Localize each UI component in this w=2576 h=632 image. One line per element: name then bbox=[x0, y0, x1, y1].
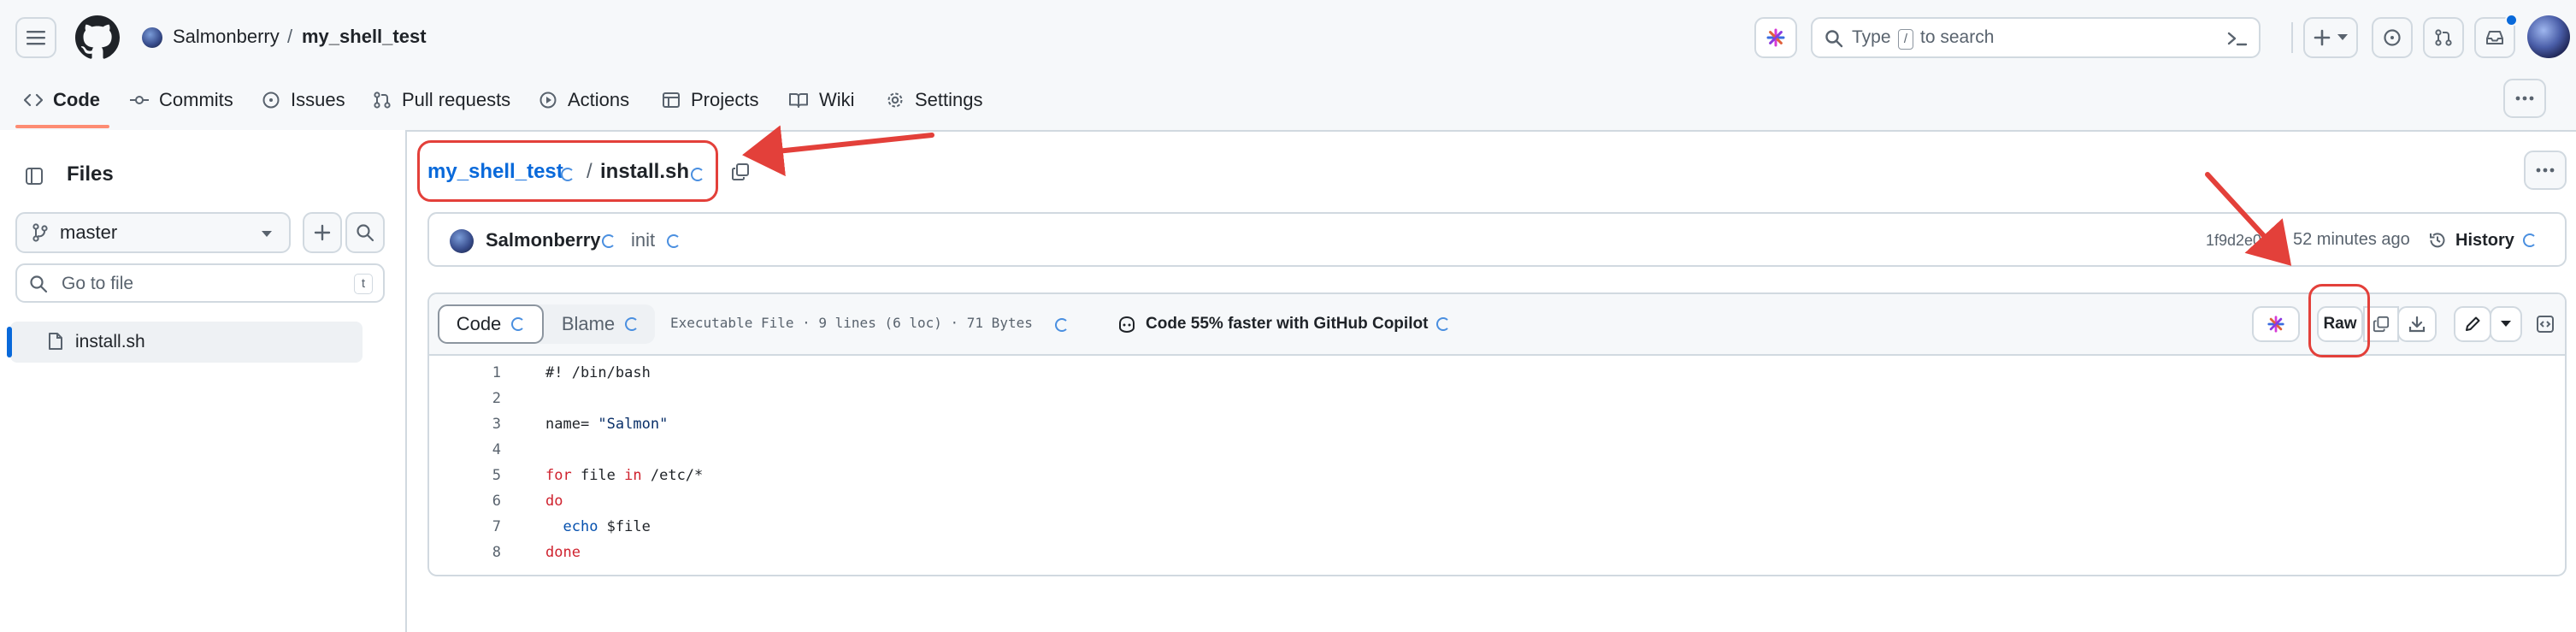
annotation-arrows bbox=[742, 125, 2292, 266]
annotation-arrow bbox=[2205, 172, 2292, 266]
annotation-arrow bbox=[742, 125, 934, 177]
